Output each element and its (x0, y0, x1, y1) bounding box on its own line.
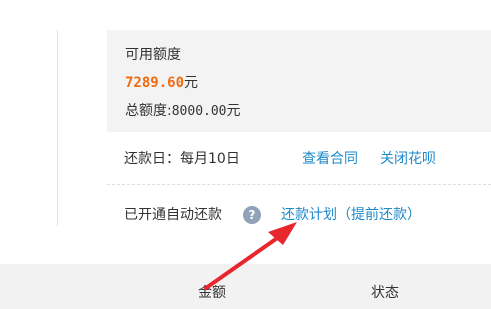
repayment-plan-link[interactable]: 还款计划（提前还款） (281, 204, 421, 224)
arrow-head (268, 222, 297, 245)
total-credit-value: 8000.00 (171, 104, 227, 119)
left-divider (57, 30, 58, 226)
available-credit-amount: 7289.60元 (125, 72, 198, 92)
repayment-date: 还款日：每月10日 (124, 151, 240, 167)
autopay-status: 已开通自动还款 (124, 207, 222, 223)
section-divider (107, 184, 491, 185)
credit-limit-panel: 可用额度 7289.60元 总额度:8000.00元 (107, 30, 491, 132)
table-header (0, 264, 491, 309)
close-huabei-link[interactable]: 关闭花呗 (380, 148, 436, 168)
column-header-status[interactable]: 状态 (371, 282, 399, 302)
available-credit-value: 7289.60 (125, 75, 185, 91)
total-credit-unit: 元 (226, 103, 241, 119)
total-credit-label: 总额度: (125, 103, 172, 119)
column-header-amount[interactable]: 金额 (198, 282, 226, 302)
available-credit-unit: 元 (184, 75, 199, 91)
available-credit-label: 可用额度 (125, 47, 181, 63)
view-contract-link[interactable]: 查看合同 (302, 148, 358, 168)
total-credit: 总额度:8000.00元 (125, 100, 241, 120)
help-icon[interactable]: ? (243, 206, 261, 224)
